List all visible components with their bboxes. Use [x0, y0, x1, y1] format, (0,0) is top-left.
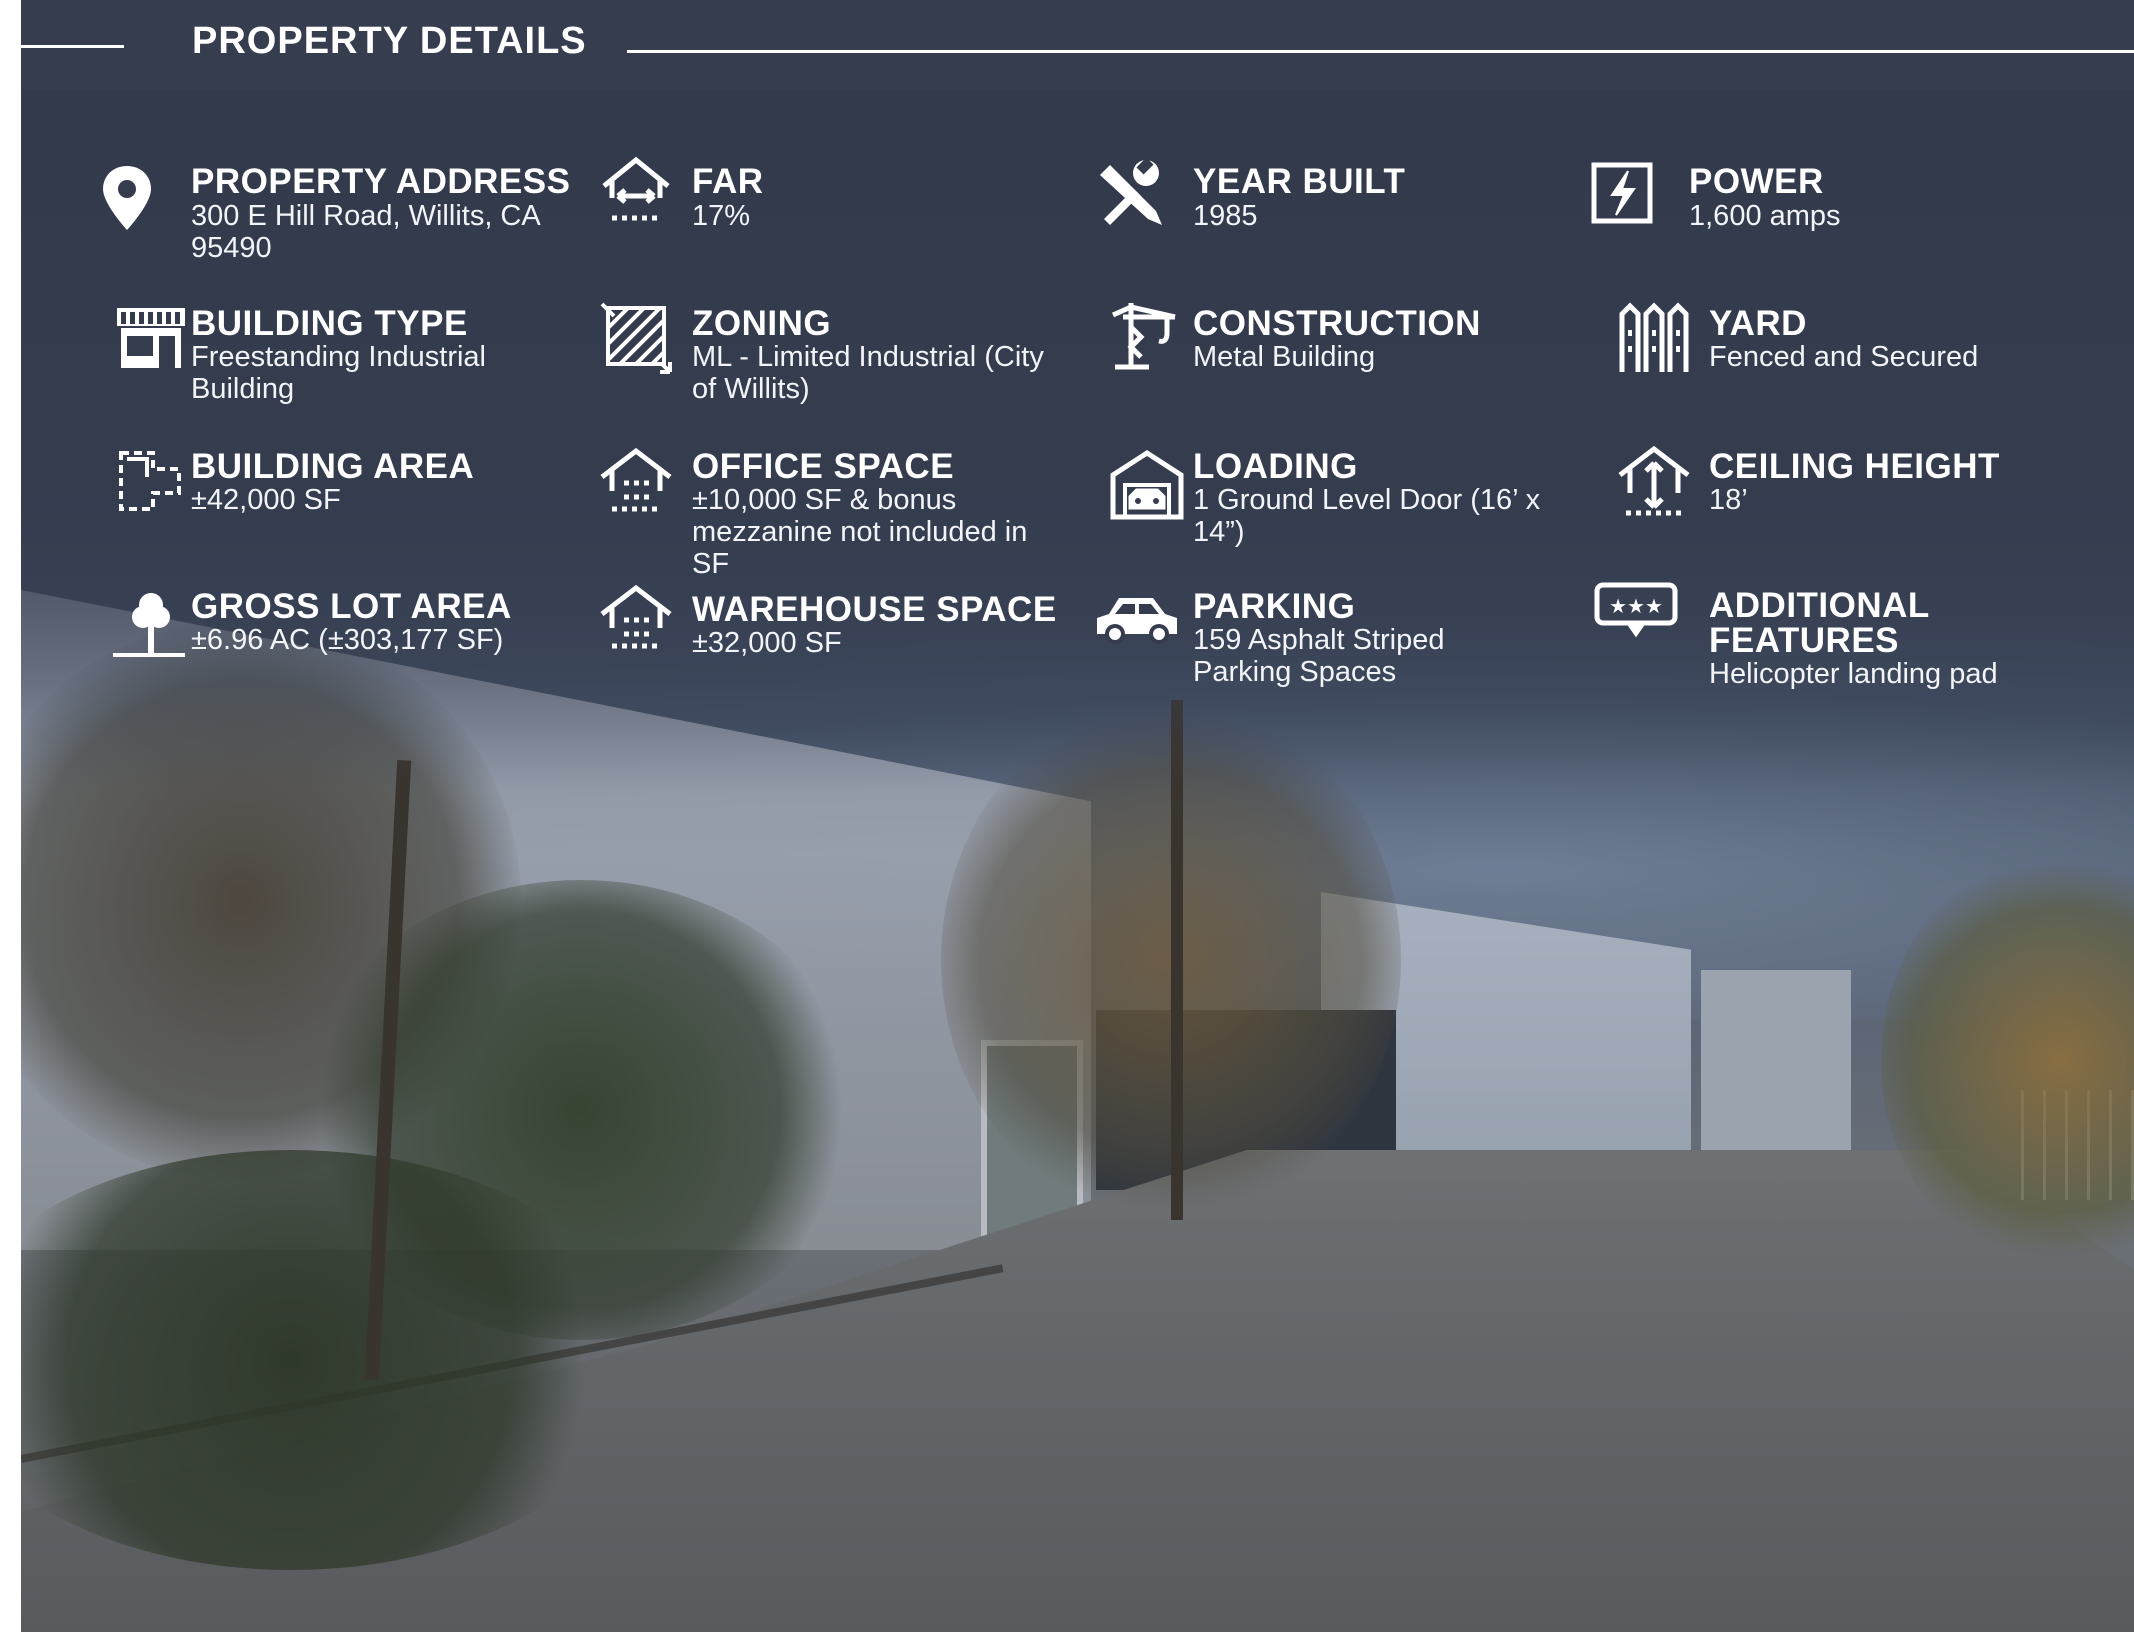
- zoning-icon: [598, 300, 674, 376]
- detail-value: 1 Ground Level Door (16’ x 14”): [1193, 484, 1541, 548]
- power-icon: [1584, 155, 1660, 231]
- ceiling-height-icon: [1616, 443, 1692, 519]
- detail-label: ADDITIONAL FEATURES: [1709, 586, 1930, 660]
- page-title: PROPERTY DETAILS: [192, 20, 587, 62]
- detail-value: 1985: [1193, 200, 1258, 232]
- detail-label: PROPERTY ADDRESS: [191, 162, 571, 201]
- detail-value: ML - Limited Industrial (City of Willits…: [692, 341, 1044, 405]
- property-details-page: PROPERTY DETAILS PROPERTY ADDRESS 300 E …: [21, 0, 2134, 1632]
- detail-label: POWER: [1689, 162, 1824, 201]
- floorplan-icon: [113, 443, 189, 519]
- detail-value: Metal Building: [1193, 341, 1376, 373]
- detail-value: 300 E Hill Road, Willits, CA 95490: [191, 200, 540, 264]
- svg-text:★★★: ★★★: [1609, 594, 1663, 618]
- detail-label: PARKING: [1193, 587, 1356, 626]
- tree-icon: [113, 587, 189, 663]
- detail-label: WAREHOUSE SPACE: [692, 590, 1057, 629]
- building-wall-far: [1701, 970, 1851, 1150]
- detail-value: ±10,000 SF & bonus mezzanine not include…: [692, 484, 1028, 580]
- detail-label: CONSTRUCTION: [1193, 304, 1481, 343]
- header-rule-right: [627, 50, 2134, 53]
- message-stars-icon: ★★★: [1591, 575, 1681, 651]
- detail-label: LOADING: [1193, 447, 1358, 486]
- detail-label: BUILDING TYPE: [191, 304, 468, 343]
- detail-value: 1,600 amps: [1689, 200, 1841, 232]
- detail-value: ±6.96 AC (±303,177 SF): [191, 624, 504, 656]
- detail-label: BUILDING AREA: [191, 447, 475, 486]
- storefront-icon: [113, 300, 189, 376]
- detail-value: Freestanding Industrial Building: [191, 341, 486, 405]
- detail-label: CEILING HEIGHT: [1709, 447, 2000, 486]
- detail-label: GROSS LOT AREA: [191, 587, 512, 626]
- warehouse-icon: [598, 580, 674, 656]
- house-dotted-icon: [598, 443, 674, 519]
- map-pin-icon: [89, 160, 165, 236]
- house-width-icon: [598, 152, 674, 228]
- header-rule-left: [21, 45, 124, 48]
- detail-value: ±42,000 SF: [191, 484, 341, 516]
- detail-value: ±32,000 SF: [692, 627, 842, 659]
- detail-label: YARD: [1709, 304, 1807, 343]
- detail-value: 159 Asphalt Striped Parking Spaces: [1193, 624, 1445, 688]
- detail-label: ZONING: [692, 304, 832, 343]
- detail-value: 17%: [692, 200, 751, 232]
- car-icon: [1089, 578, 1185, 654]
- detail-label: YEAR BUILT: [1193, 162, 1406, 201]
- detail-label: OFFICE SPACE: [692, 447, 955, 486]
- detail-value: Helicopter landing pad: [1709, 658, 1998, 690]
- tools-icon: [1090, 155, 1166, 231]
- garage-icon: [1109, 447, 1185, 523]
- detail-label: FAR: [692, 162, 764, 201]
- fence-icon: [1616, 300, 1692, 376]
- detail-value: 18’: [1709, 484, 1748, 516]
- detail-value: Fenced and Secured: [1709, 341, 1979, 373]
- crane-icon: [1109, 297, 1185, 373]
